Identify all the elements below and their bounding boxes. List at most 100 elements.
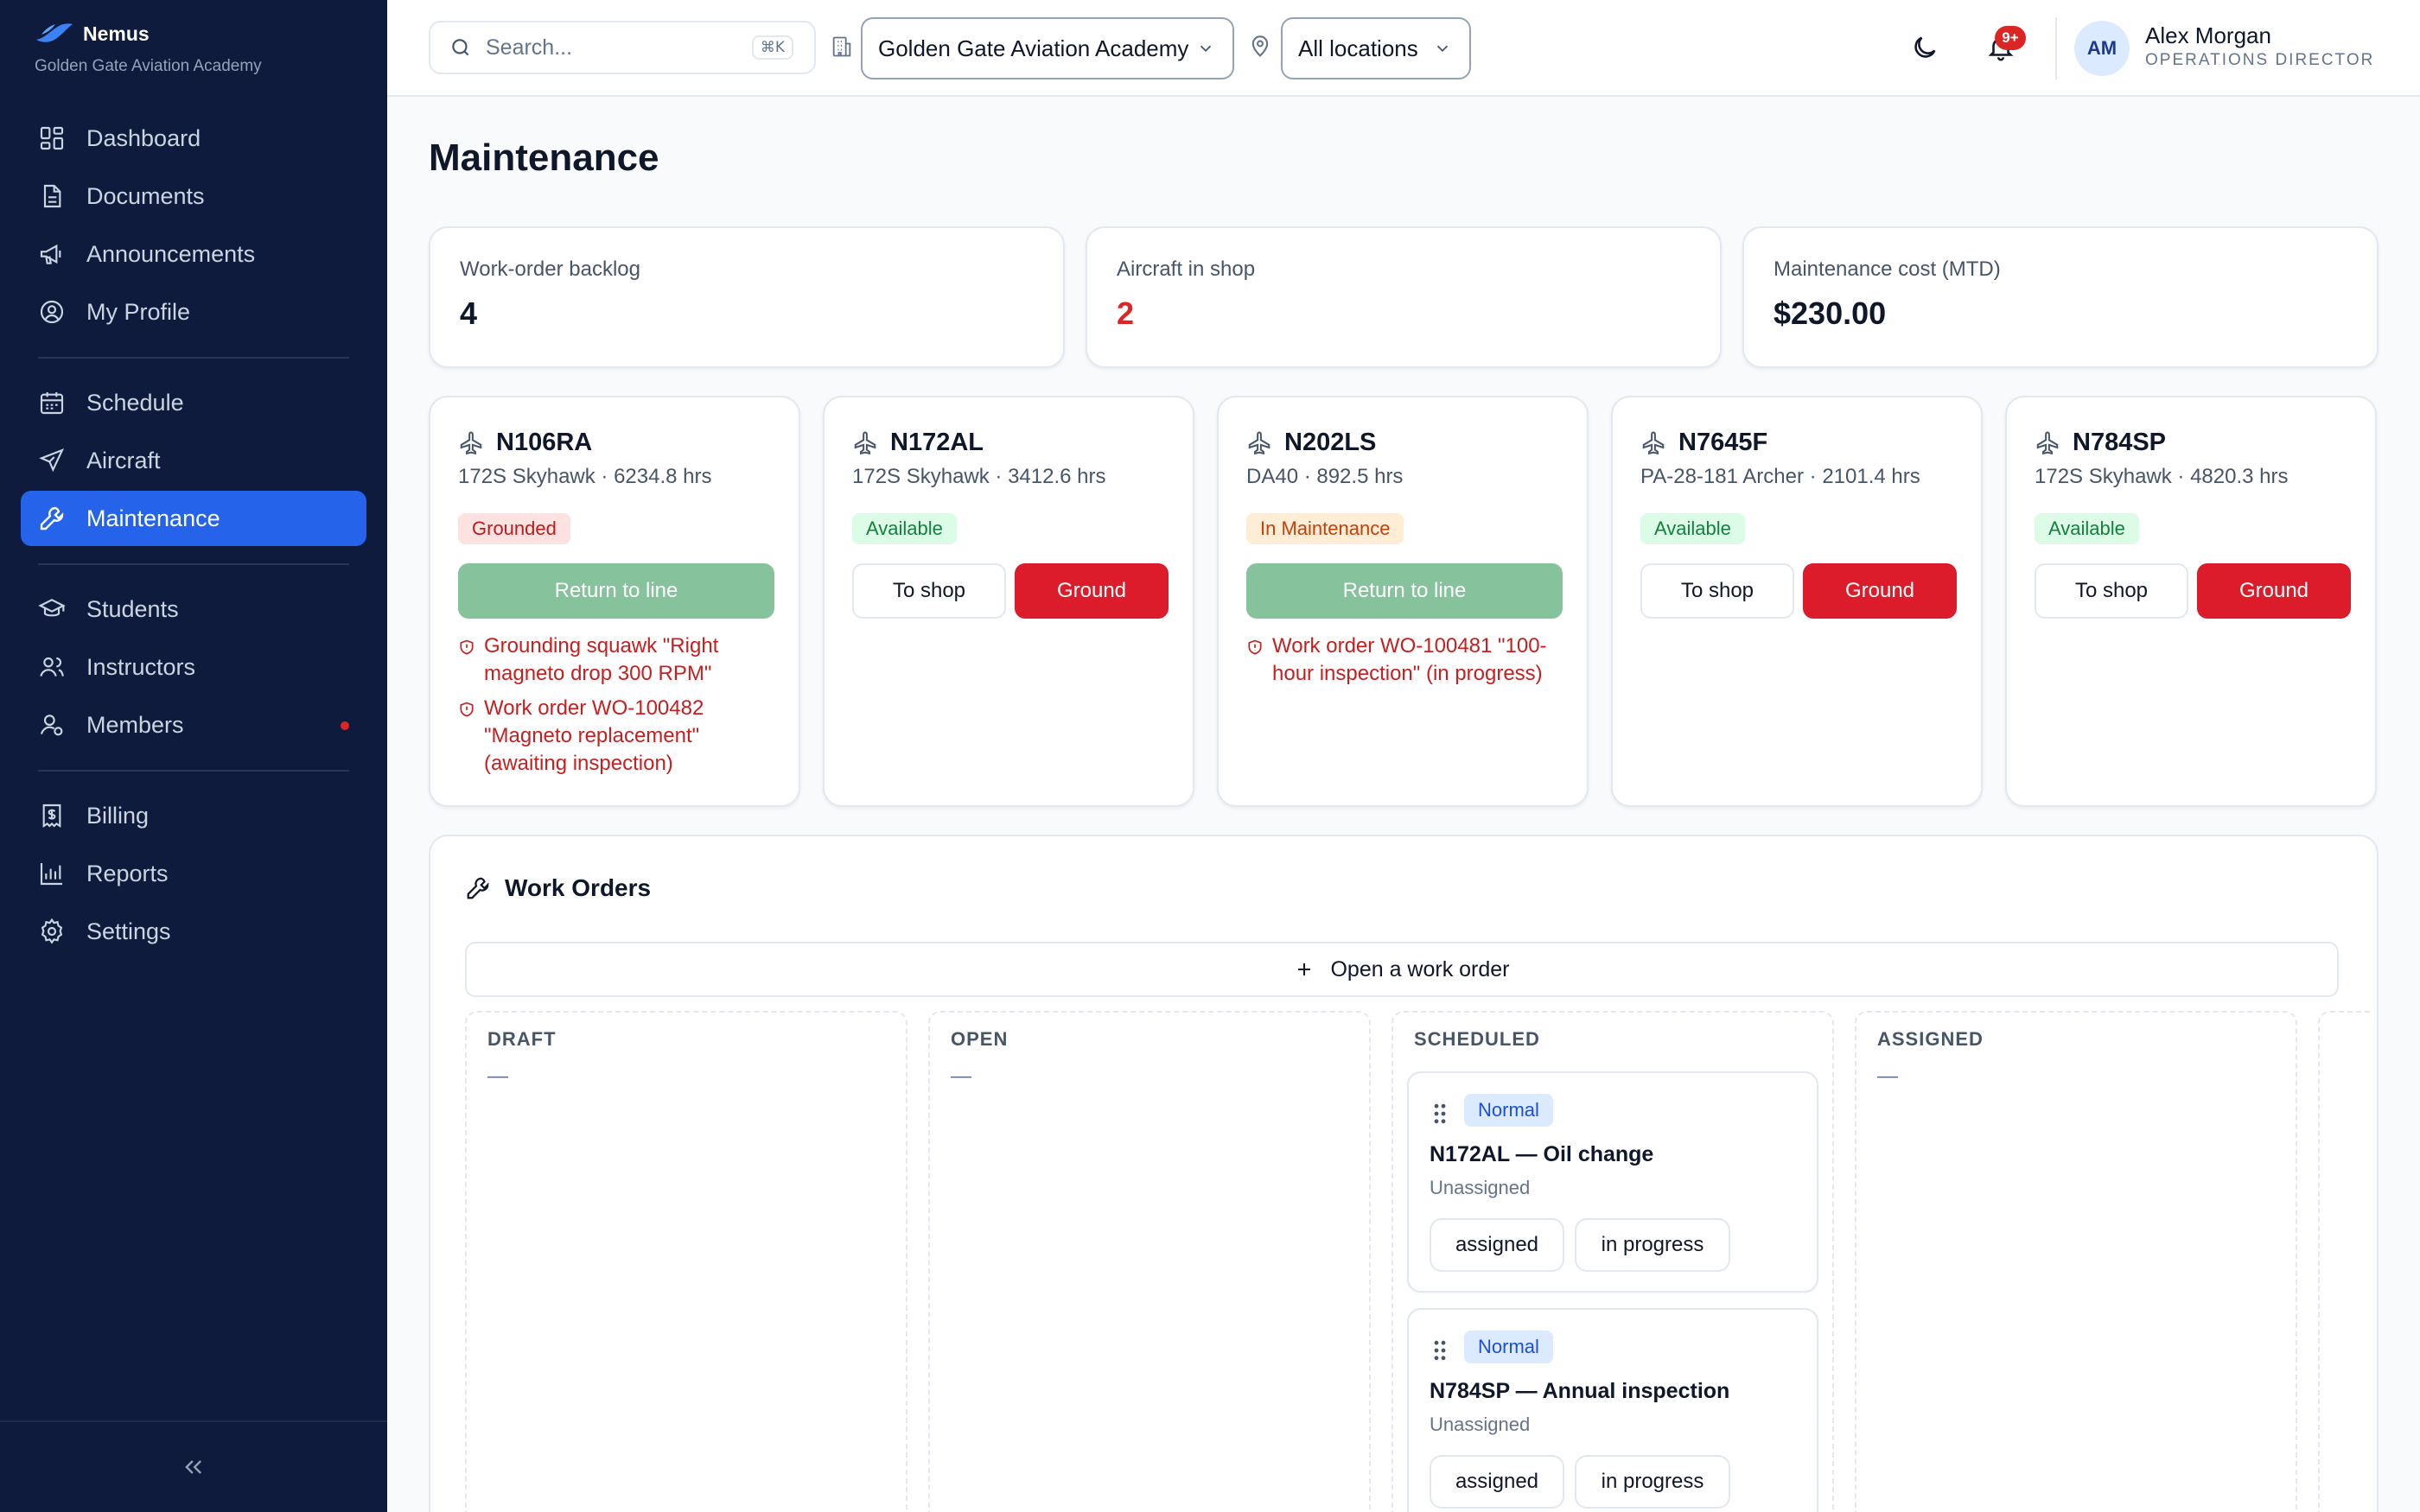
grounding-reason: Grounding squawk "Right magneto drop 300… bbox=[458, 632, 778, 688]
aircraft-card-n784sp: N784SP 172S Skyhawk · 4820.3 hrs Availab… bbox=[2005, 396, 2377, 807]
status-badge: Available bbox=[1640, 513, 1745, 544]
move-assigned-button[interactable]: assigned bbox=[1430, 1218, 1564, 1272]
plane-icon bbox=[460, 430, 482, 454]
column-title: OPEN bbox=[951, 1028, 1009, 1050]
kanban-column-next bbox=[2318, 1011, 2370, 1512]
sidebar-item-documents[interactable]: Documents bbox=[21, 168, 366, 224]
sidebar-item-label: Students bbox=[86, 595, 179, 622]
sidebar-item-label: Announcements bbox=[86, 240, 256, 267]
work-orders-title: Work Orders bbox=[505, 874, 652, 901]
moon-icon[interactable] bbox=[1910, 33, 1939, 62]
brand-name: Nemus bbox=[83, 22, 150, 45]
sidebar-item-aircraft[interactable]: Aircraft bbox=[21, 433, 366, 488]
return-to-line-button[interactable]: Return to line bbox=[1246, 563, 1563, 619]
sidebar-item-label: Schedule bbox=[86, 389, 184, 416]
plane-icon bbox=[39, 448, 65, 473]
return-to-line-button[interactable]: Return to line bbox=[458, 563, 774, 619]
work-order-card[interactable]: Normal N172AL — Oil change Unassigned as… bbox=[1407, 1071, 1818, 1293]
sidebar-item-label: Reports bbox=[86, 860, 169, 886]
brand[interactable]: Nemus Golden Gate Aviation Academy bbox=[35, 21, 262, 81]
avatar[interactable]: AM bbox=[2074, 21, 2130, 76]
plus-icon bbox=[1298, 963, 1311, 975]
sidebar-item-dashboard[interactable]: Dashboard bbox=[21, 111, 366, 166]
sidebar-item-students[interactable]: Students bbox=[21, 581, 366, 637]
building-icon bbox=[832, 36, 851, 57]
sidebar-item-label: Aircraft bbox=[86, 447, 161, 473]
sidebar-item-billing[interactable]: Billing bbox=[21, 788, 366, 843]
aircraft-tail-number: N7645F bbox=[1678, 429, 1768, 456]
shield-alert-icon bbox=[460, 639, 474, 655]
stat-label: Maintenance cost (MTD) bbox=[1774, 257, 2001, 281]
nav-divider bbox=[38, 563, 349, 565]
sidebar-item-label: My Profile bbox=[86, 298, 191, 325]
sidebar-item-settings[interactable]: Settings bbox=[21, 904, 366, 959]
sidebar-item-label: Dashboard bbox=[86, 124, 201, 151]
drag-handle-icon[interactable] bbox=[1433, 1102, 1447, 1125]
sidebar-item-schedule[interactable]: Schedule bbox=[21, 375, 366, 430]
aircraft-tail-number: N106RA bbox=[496, 429, 593, 456]
aircraft-meta: 172S Skyhawk · 3412.6 hrs bbox=[852, 465, 1106, 488]
map-pin-icon bbox=[1251, 35, 1269, 57]
bird-logo-icon bbox=[36, 23, 73, 42]
grounding-reason: Work order WO-100481 "100-hour inspectio… bbox=[1246, 632, 1566, 688]
bar-chart-icon bbox=[40, 863, 62, 886]
organization-value: Golden Gate Aviation Academy bbox=[878, 35, 1189, 61]
move-assigned-button[interactable]: assigned bbox=[1430, 1455, 1564, 1509]
sidebar-item-label: Billing bbox=[86, 802, 150, 829]
aircraft-card-n106ra: N106RA 172S Skyhawk · 6234.8 hrs Grounde… bbox=[429, 396, 800, 807]
sidebar-item-label: Members bbox=[86, 711, 184, 738]
stat-label: Work-order backlog bbox=[460, 257, 640, 281]
ground-button[interactable]: Ground bbox=[1015, 563, 1169, 619]
members-notification-dot bbox=[341, 721, 349, 730]
open-work-order-button[interactable]: Open a work order bbox=[465, 942, 2339, 997]
work-orders-header: Work Orders bbox=[465, 874, 651, 902]
nav-divider bbox=[38, 357, 349, 359]
search-placeholder: Search... bbox=[486, 35, 573, 60]
grounding-reason: Work order WO-100482 "Magneto replacemen… bbox=[458, 695, 778, 778]
location-select[interactable]: All locations bbox=[1281, 17, 1471, 79]
to-shop-button[interactable]: To shop bbox=[852, 563, 1006, 619]
kanban-column-draft: DRAFT — bbox=[465, 1011, 908, 1512]
priority-badge: Normal bbox=[1464, 1094, 1553, 1127]
work-order-assignee: Unassigned bbox=[1430, 1414, 1531, 1435]
status-badge: Available bbox=[852, 513, 957, 544]
sidebar-item-my-profile[interactable]: My Profile bbox=[21, 284, 366, 340]
stat-value: 4 bbox=[460, 295, 478, 331]
organization-select[interactable]: Golden Gate Aviation Academy bbox=[861, 17, 1234, 79]
receipt-icon bbox=[42, 804, 61, 828]
gear-icon bbox=[41, 918, 63, 944]
work-order-title: N172AL — Oil change bbox=[1430, 1142, 1654, 1166]
shield-alert-icon bbox=[460, 702, 474, 717]
megaphone-icon bbox=[40, 244, 61, 264]
column-title: DRAFT bbox=[487, 1028, 557, 1050]
aircraft-card-n7645f: N7645F PA-28-181 Archer · 2101.4 hrs Ava… bbox=[1611, 396, 1983, 807]
location-value: All locations bbox=[1298, 35, 1418, 61]
move-in-progress-button[interactable]: in progress bbox=[1575, 1218, 1730, 1272]
to-shop-button[interactable]: To shop bbox=[2035, 563, 2188, 619]
move-in-progress-button[interactable]: in progress bbox=[1575, 1455, 1730, 1509]
to-shop-button[interactable]: To shop bbox=[1640, 563, 1794, 619]
chevrons-left-icon bbox=[185, 1460, 201, 1474]
chevron-down-icon bbox=[1436, 45, 1449, 53]
column-empty: — bbox=[951, 1064, 971, 1088]
sidebar-nav: Dashboard Documents Announcements My Pro… bbox=[21, 111, 366, 962]
stat-label: Aircraft in shop bbox=[1117, 257, 1256, 281]
open-work-order-label: Open a work order bbox=[1330, 956, 1510, 982]
users-icon bbox=[40, 657, 64, 677]
search-input[interactable]: Search... ⌘K bbox=[429, 21, 816, 74]
sidebar-item-reports[interactable]: Reports bbox=[21, 846, 366, 901]
status-badge: In Maintenance bbox=[1246, 513, 1404, 544]
work-order-card[interactable]: Normal N784SP — Annual inspection Unassi… bbox=[1407, 1308, 1818, 1512]
sidebar-item-members[interactable]: Members bbox=[21, 697, 366, 753]
ground-button[interactable]: Ground bbox=[1803, 563, 1957, 619]
drag-handle-icon[interactable] bbox=[1433, 1339, 1447, 1362]
aircraft-meta: 172S Skyhawk · 6234.8 hrs bbox=[458, 465, 712, 488]
sidebar-item-instructors[interactable]: Instructors bbox=[21, 639, 366, 695]
ground-button[interactable]: Ground bbox=[2197, 563, 2351, 619]
stat-card-cost: Maintenance cost (MTD) $230.00 bbox=[1742, 226, 2379, 368]
collapse-sidebar-button[interactable] bbox=[0, 1420, 387, 1512]
sidebar-item-announcements[interactable]: Announcements bbox=[21, 226, 366, 282]
aircraft-tail-number: N784SP bbox=[2073, 429, 2167, 456]
stat-card-backlog: Work-order backlog 4 bbox=[429, 226, 1065, 368]
sidebar-item-maintenance[interactable]: Maintenance bbox=[21, 491, 366, 546]
